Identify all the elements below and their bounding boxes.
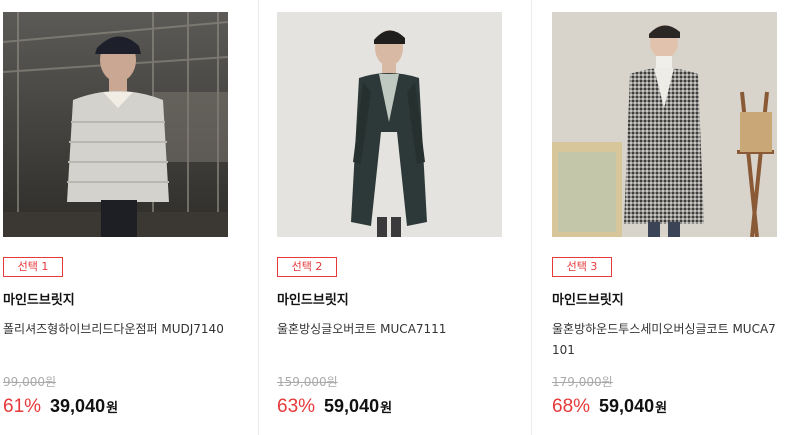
product-photo-1 — [3, 12, 228, 237]
currency-unit: 원 — [380, 401, 393, 416]
select-option-button[interactable]: 선택 1 — [3, 257, 63, 277]
product-image[interactable] — [552, 12, 777, 237]
sale-price: 59,040 — [324, 396, 380, 416]
card-divider — [258, 0, 259, 435]
product-name[interactable]: 폴리셔즈형하이브리드다운점퍼 MUDJ7140 — [3, 319, 229, 340]
currency-unit: 원 — [655, 401, 668, 416]
original-price: 159,000원 — [277, 375, 338, 389]
product-card[interactable]: 선택 3 마인드브릿지 울혼방하운드투스세미오버싱글코트 MUCA7101 17… — [552, 0, 782, 435]
original-price: 99,000원 — [3, 375, 57, 389]
price-row: 61% 39,040 원 — [3, 396, 118, 418]
original-price: 179,000원 — [552, 375, 613, 389]
product-grid: 선택 1 마인드브릿지 폴리셔즈형하이브리드다운점퍼 MUDJ7140 99,0… — [0, 0, 786, 435]
discount-rate: 63% — [277, 396, 316, 417]
price-row: 68% 59,040 원 — [552, 396, 667, 418]
product-name[interactable]: 울혼방하운드투스세미오버싱글코트 MUCA7101 — [552, 319, 778, 361]
product-image[interactable] — [277, 12, 502, 237]
currency-unit: 원 — [106, 401, 119, 416]
discount-rate: 68% — [552, 396, 591, 417]
discount-rate: 61% — [3, 396, 42, 417]
product-photo-2 — [277, 12, 502, 237]
select-option-button[interactable]: 선택 3 — [552, 257, 612, 277]
brand-name: 마인드브릿지 — [277, 293, 349, 308]
card-divider — [531, 0, 532, 435]
product-card[interactable]: 선택 2 마인드브릿지 울혼방싱글오버코트 MUCA7111 159,000원 … — [277, 0, 507, 435]
product-photo-3 — [552, 12, 777, 237]
sale-price: 59,040 — [599, 396, 655, 416]
select-option-button[interactable]: 선택 2 — [277, 257, 337, 277]
brand-name: 마인드브릿지 — [3, 293, 75, 308]
brand-name: 마인드브릿지 — [552, 293, 624, 308]
product-image[interactable] — [3, 12, 228, 237]
sale-price: 39,040 — [50, 396, 106, 416]
product-name[interactable]: 울혼방싱글오버코트 MUCA7111 — [277, 319, 503, 340]
product-card[interactable]: 선택 1 마인드브릿지 폴리셔즈형하이브리드다운점퍼 MUDJ7140 99,0… — [3, 0, 233, 435]
price-row: 63% 59,040 원 — [277, 396, 392, 418]
